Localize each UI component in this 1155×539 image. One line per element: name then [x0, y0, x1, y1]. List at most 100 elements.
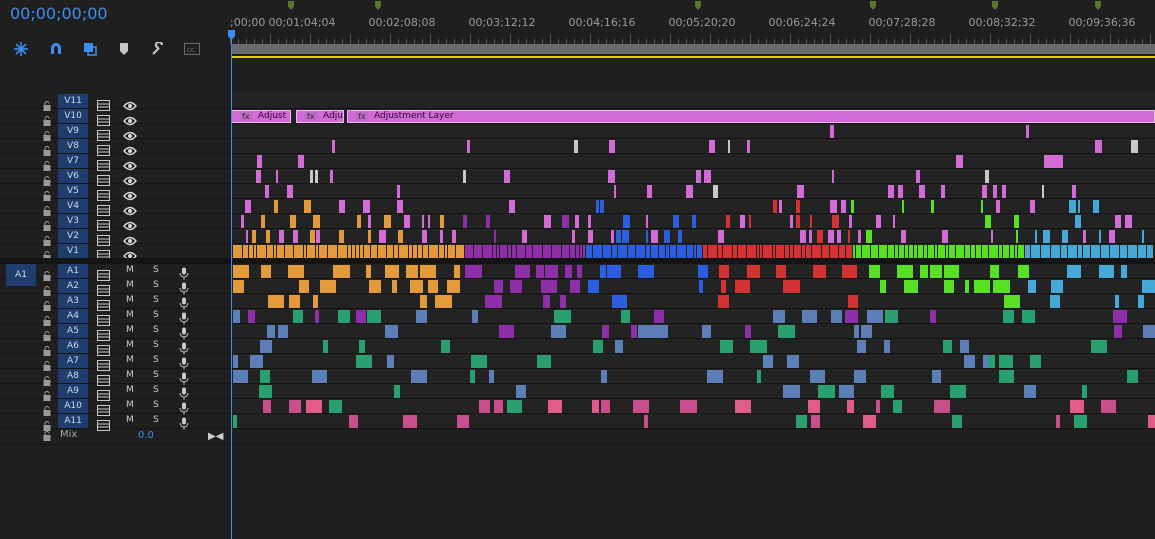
audio-clip[interactable] — [545, 265, 558, 278]
video-clip[interactable] — [985, 170, 989, 183]
video-clip[interactable] — [982, 245, 988, 258]
audio-clip[interactable] — [369, 280, 381, 293]
video-clip[interactable] — [623, 215, 630, 228]
video-clip[interactable] — [893, 215, 895, 228]
video-clip[interactable] — [596, 200, 599, 213]
linked-selection-icon[interactable] — [81, 40, 99, 58]
audio-clip[interactable] — [869, 265, 880, 278]
lock-icon[interactable] — [43, 386, 51, 401]
video-clip[interactable] — [588, 230, 593, 243]
audio-clip[interactable] — [489, 370, 494, 383]
video-clip[interactable] — [918, 245, 923, 258]
video-clip[interactable] — [763, 245, 772, 258]
video-clip[interactable] — [888, 185, 894, 198]
video-clip[interactable] — [1043, 230, 1050, 243]
audio-clip[interactable] — [592, 400, 599, 413]
track-target-a3[interactable]: A3 — [58, 294, 88, 308]
mute-button[interactable]: M — [126, 415, 134, 425]
video-clip[interactable] — [348, 245, 351, 258]
video-clip[interactable] — [1125, 215, 1132, 228]
video-clip[interactable] — [1078, 200, 1080, 213]
video-clip[interactable] — [364, 245, 370, 258]
snap-icon[interactable] — [12, 40, 30, 58]
video-clip[interactable] — [440, 230, 443, 243]
audio-clip[interactable] — [818, 385, 835, 398]
mute-button[interactable]: M — [126, 265, 134, 275]
lock-icon[interactable] — [43, 96, 51, 111]
video-clip[interactable] — [586, 245, 592, 258]
track-lane[interactable] — [231, 94, 1155, 108]
audio-clip[interactable] — [250, 355, 263, 368]
video-clip[interactable] — [981, 200, 983, 213]
video-clip[interactable] — [1016, 230, 1018, 243]
video-clip[interactable] — [636, 245, 645, 258]
video-clip[interactable] — [493, 245, 496, 258]
video-clip[interactable] — [993, 185, 997, 198]
lock-icon[interactable] — [43, 111, 51, 126]
track-lane[interactable] — [231, 184, 1155, 198]
video-clip[interactable] — [562, 245, 569, 258]
audio-clip[interactable] — [470, 370, 475, 383]
audio-clip[interactable] — [842, 265, 857, 278]
video-clip[interactable] — [399, 245, 408, 258]
video-clip[interactable] — [497, 245, 499, 258]
audio-clip[interactable] — [1004, 295, 1020, 308]
track-lane[interactable] — [231, 169, 1155, 183]
video-clip[interactable] — [429, 245, 438, 258]
audio-clip[interactable] — [990, 265, 999, 278]
video-clip[interactable] — [830, 245, 838, 258]
video-clip[interactable] — [1115, 215, 1121, 228]
lock-icon[interactable] — [43, 326, 51, 341]
audio-clip[interactable] — [356, 355, 372, 368]
adjustment-layer-clip[interactable]: fx Adjust — [231, 110, 291, 123]
audio-clip[interactable] — [233, 265, 249, 278]
video-clip[interactable] — [363, 200, 370, 213]
video-clip[interactable] — [1083, 245, 1090, 258]
video-clip[interactable] — [494, 230, 496, 243]
video-clip[interactable] — [313, 215, 320, 228]
track-lane[interactable] — [231, 369, 1155, 383]
video-clip[interactable] — [677, 245, 686, 258]
audio-clip[interactable] — [551, 325, 566, 338]
audio-clip[interactable] — [1101, 400, 1116, 413]
video-clip[interactable] — [266, 230, 270, 243]
audio-clip[interactable] — [472, 310, 478, 323]
audio-clip[interactable] — [329, 400, 342, 413]
video-clip[interactable] — [265, 185, 269, 198]
video-clip[interactable] — [991, 230, 993, 243]
video-clip[interactable] — [1025, 245, 1030, 258]
video-clip[interactable] — [797, 185, 804, 198]
audio-clip[interactable] — [312, 370, 327, 383]
video-clip[interactable] — [440, 215, 444, 228]
video-clip[interactable] — [294, 245, 303, 258]
audio-clip[interactable] — [621, 310, 630, 323]
video-clip[interactable] — [999, 245, 1002, 258]
video-clip[interactable] — [866, 230, 872, 243]
video-clip[interactable] — [773, 200, 777, 213]
audio-clip[interactable] — [278, 325, 288, 338]
mute-button[interactable]: M — [126, 355, 134, 365]
video-clip[interactable] — [747, 140, 750, 153]
video-clip[interactable] — [614, 185, 616, 198]
audio-clip[interactable] — [260, 370, 270, 383]
video-clip[interactable] — [1099, 230, 1101, 243]
video-clip[interactable] — [290, 215, 296, 228]
audio-clip[interactable] — [813, 265, 826, 278]
video-clip[interactable] — [357, 215, 361, 228]
video-clip[interactable] — [909, 245, 913, 258]
video-clip[interactable] — [1095, 140, 1102, 153]
audio-clip[interactable] — [943, 340, 952, 353]
track-target-v8[interactable]: V8 — [58, 139, 88, 153]
video-clip[interactable] — [233, 245, 242, 258]
video-clip[interactable] — [1131, 140, 1138, 153]
solo-button[interactable]: S — [153, 415, 159, 425]
video-clip[interactable] — [1030, 200, 1035, 213]
video-clip[interactable] — [905, 245, 908, 258]
audio-clip[interactable] — [435, 295, 452, 308]
solo-button[interactable]: S — [153, 385, 159, 395]
audio-clip[interactable] — [565, 265, 572, 278]
mute-button[interactable]: M — [126, 310, 134, 320]
audio-clip[interactable] — [392, 280, 397, 293]
video-clip[interactable] — [316, 230, 320, 243]
video-clip[interactable] — [1091, 245, 1100, 258]
